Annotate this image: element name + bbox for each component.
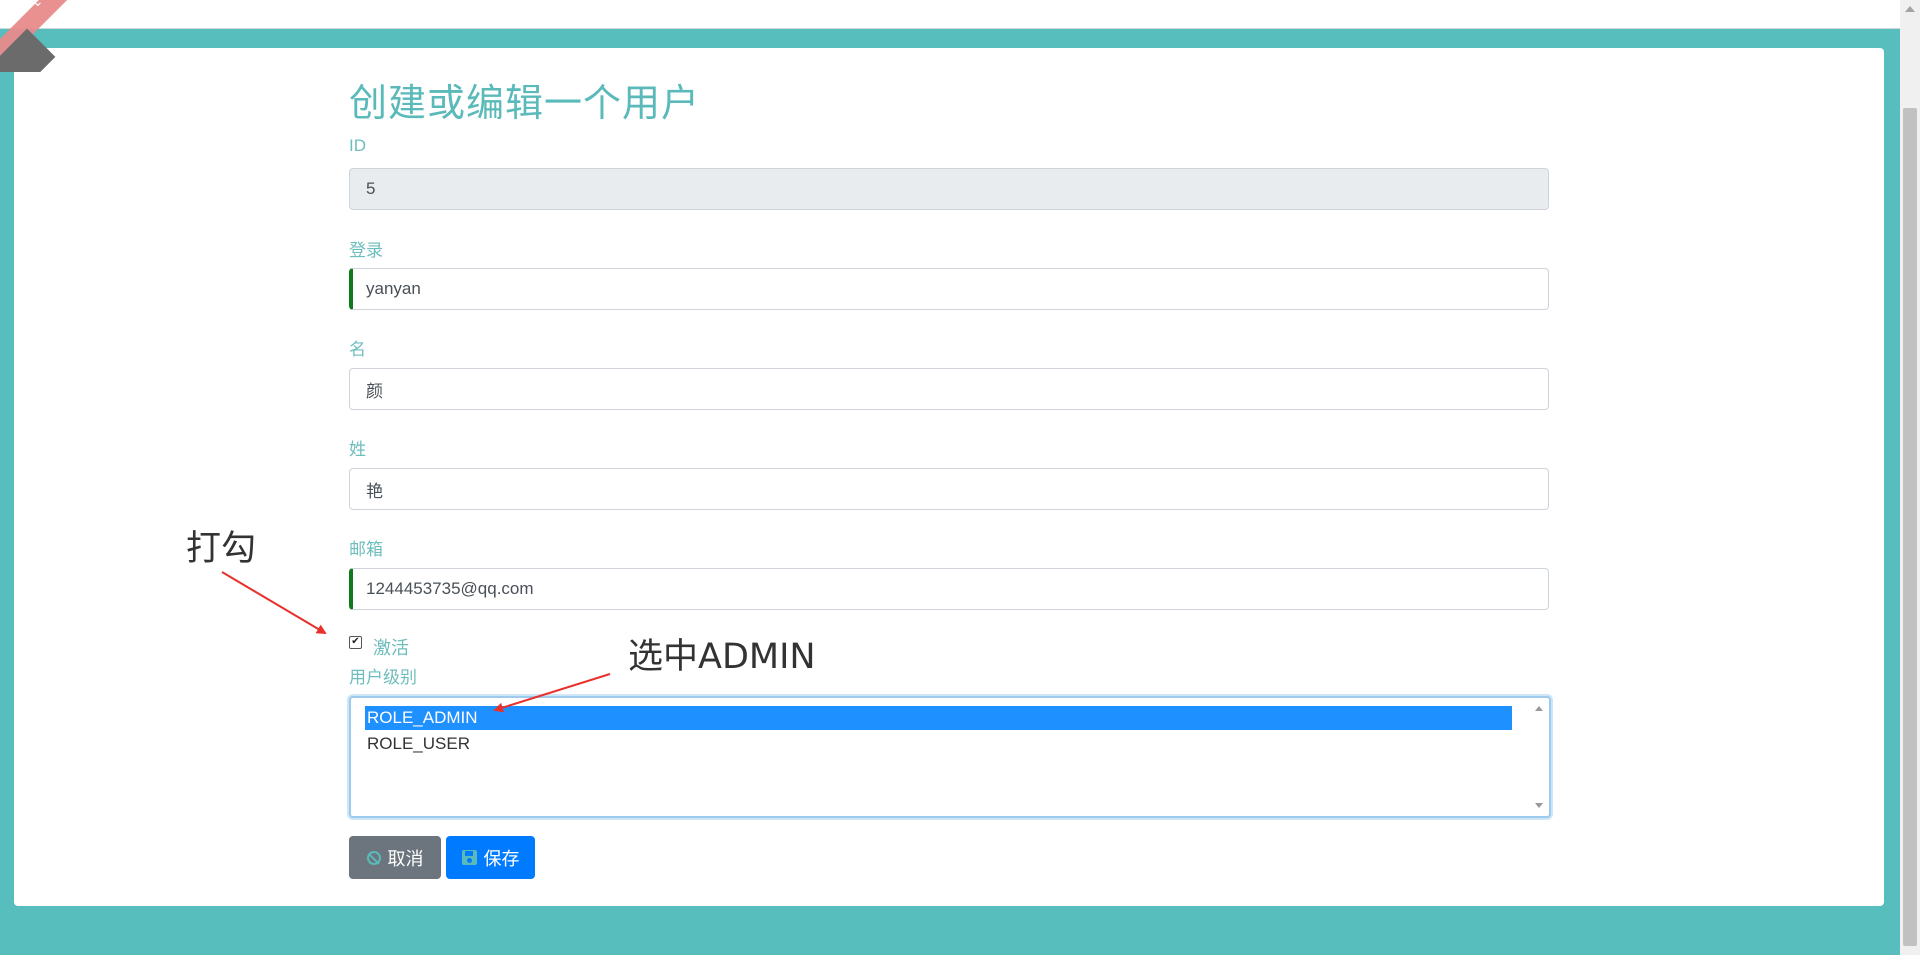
option-role-admin[interactable]: ROLE_ADMIN <box>365 706 1512 730</box>
option-role-user[interactable]: ROLE_USER <box>365 732 1512 756</box>
email-field[interactable]: 1244453735@qq.com <box>349 568 1549 610</box>
scroll-up-icon[interactable] <box>1905 6 1915 12</box>
cancel-button-label: 取消 <box>387 848 424 870</box>
floppy-icon <box>461 850 477 865</box>
last-name-field[interactable]: 艳 <box>349 468 1549 510</box>
activated-label[interactable]: 激活 <box>373 634 409 660</box>
authorities-label: 用户级别 <box>349 668 417 688</box>
first-name-label: 名 <box>349 340 366 360</box>
page-scrollbar[interactable] <box>1900 0 1920 955</box>
cancel-button[interactable]: 取消 <box>349 836 441 879</box>
annotation-select-admin: 选中ADMIN <box>628 637 816 677</box>
save-button-label: 保存 <box>483 848 520 870</box>
id-label: ID <box>349 136 366 155</box>
save-button[interactable]: 保存 <box>446 836 535 879</box>
login-field[interactable]: yanyan <box>349 268 1549 310</box>
page-title: 创建或编辑一个用户 <box>349 81 701 125</box>
email-label: 邮箱 <box>349 540 383 560</box>
ban-icon <box>366 850 381 865</box>
id-field: 5 <box>349 168 1549 210</box>
authorities-listbox[interactable]: ROLE_ADMIN ROLE_USER <box>349 696 1551 818</box>
scrollbar-thumb[interactable] <box>1903 108 1917 946</box>
login-label: 登录 <box>349 241 383 261</box>
corner-ribbon[interactable]: ⌄ <box>0 0 72 72</box>
chevron-down-icon[interactable]: ⌄ <box>32 0 44 10</box>
browser-top-bar <box>0 0 1900 29</box>
listbox-scrollbar[interactable] <box>1531 700 1547 814</box>
activated-checkbox[interactable]: ✔ <box>349 636 362 649</box>
scroll-down-icon[interactable] <box>1535 803 1543 808</box>
annotation-check: 打勾 <box>186 529 257 569</box>
first-name-field[interactable]: 颜 <box>349 368 1549 410</box>
scroll-up-icon[interactable] <box>1535 706 1543 711</box>
last-name-label: 姓 <box>349 440 366 460</box>
